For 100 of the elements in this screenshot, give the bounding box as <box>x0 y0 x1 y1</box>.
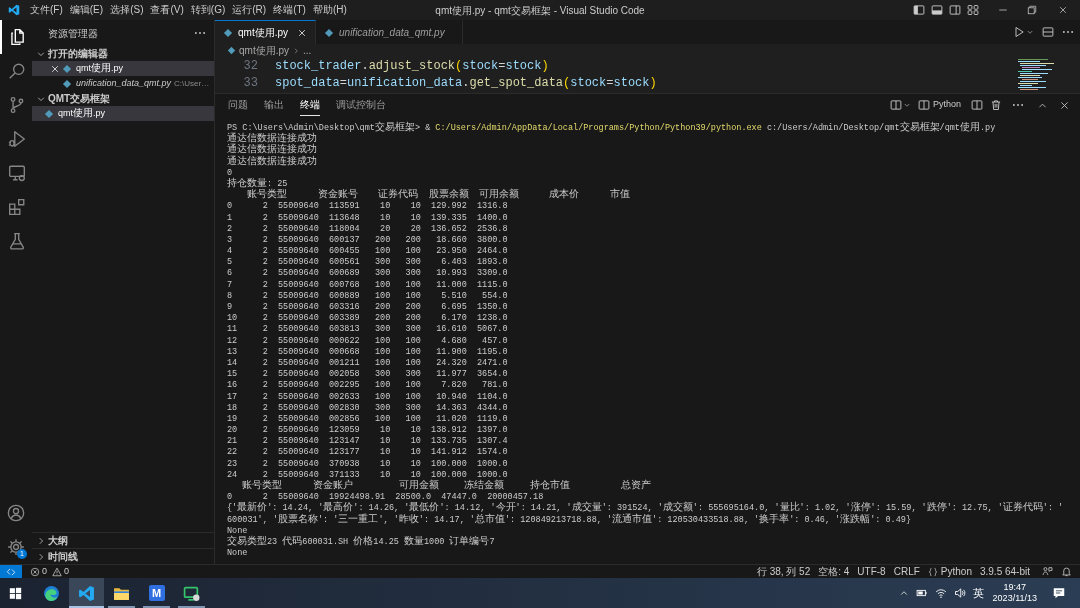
terminal-line: None <box>227 548 248 560</box>
taskbar-item[interactable] <box>69 578 104 608</box>
menu-item[interactable]: 转到(G) <box>190 3 226 17</box>
editor-tab[interactable]: qmt使用.py <box>215 20 316 44</box>
message-icon[interactable] <box>1052 586 1066 600</box>
status-item[interactable]: Python <box>927 565 972 578</box>
input-method-indicator[interactable]: 英 <box>972 584 984 602</box>
close-icon[interactable] <box>50 63 60 74</box>
menu-item[interactable]: 帮助(H) <box>312 3 347 17</box>
menu-item[interactable]: 编辑(E) <box>69 3 104 17</box>
terminal-line: 9 2 55009640 603316 200 200 6.695 1350.0 <box>227 302 508 314</box>
play-icon[interactable] <box>1013 26 1025 38</box>
person-speech-icon[interactable] <box>1042 566 1053 577</box>
file-item[interactable]: qmt使用.py <box>32 61 214 76</box>
chevron-up-icon[interactable] <box>898 588 909 598</box>
split-icon[interactable] <box>971 99 983 111</box>
monitor-icon <box>183 584 200 602</box>
code-line: stock_trader.adjust_stock(stock=stock) <box>275 58 549 75</box>
terminal-line: 11 2 55009640 603813 300 300 16.610 5067.0 <box>227 324 508 336</box>
breadcrumb-item[interactable]: qmt使用.py <box>239 44 289 57</box>
status-item[interactable]: UTF-8 <box>857 565 886 578</box>
section-header[interactable]: QMT交易框架 <box>32 91 214 106</box>
terminal-line: 交易类型23 代码600031.SH 价格14.25 数量1000 订单编号7 <box>227 536 495 549</box>
branch-icon <box>8 96 26 114</box>
logo-icon <box>78 584 95 602</box>
menu-item[interactable]: 查看(V) <box>150 3 184 17</box>
swirl-icon <box>43 584 60 602</box>
status-item[interactable]: 行 38, 列 52 <box>756 565 811 578</box>
terminal-line: 5 2 55009640 600561 300 300 6.403 1893.0 <box>227 257 508 269</box>
menu-item[interactable]: 选择(S) <box>110 3 144 17</box>
panel-tab[interactable]: 调试控制台 <box>336 94 386 116</box>
close-icon[interactable] <box>1059 99 1070 111</box>
right-sidebar-layout-icon[interactable] <box>949 4 961 16</box>
terminal-line: 账号类型 资金账号 证券代码 股票余额 可用余额 成本价 市值 <box>246 190 631 202</box>
split-editor-icon[interactable] <box>1042 26 1054 38</box>
chevron-right-icon <box>292 46 300 55</box>
terminal-tab[interactable]: Python <box>917 98 961 112</box>
terminal-line: 持仓数量: 25 <box>227 178 288 189</box>
menu-item[interactable]: 运行(R) <box>232 3 267 17</box>
chevron-down-icon[interactable] <box>1026 28 1034 36</box>
file-path: C:\User… <box>174 77 210 90</box>
panel-tab[interactable]: 问题 <box>228 94 248 116</box>
file-icon <box>227 46 236 55</box>
battery-icon[interactable] <box>915 587 928 599</box>
breadcrumb-item[interactable]: ... <box>303 44 312 57</box>
terminal-line: 16 2 55009640 002295 100 100 7.820 781.0 <box>227 380 508 392</box>
speaker-icon[interactable] <box>953 587 966 599</box>
panel-tab[interactable]: 终端 <box>300 94 320 116</box>
section-header[interactable]: 大纲 <box>32 533 214 548</box>
grid-layout-icon[interactable] <box>967 4 979 16</box>
wifi-icon[interactable] <box>934 587 947 599</box>
terminal-line: 8 2 55009640 600889 100 100 5.510 554.0 <box>227 290 508 302</box>
file-item[interactable]: qmt使用.py <box>32 106 214 121</box>
window-title: qmt使用.py - qmt交易框架 - Visual Studio Code <box>435 3 645 18</box>
line-number: 33 <box>243 75 258 92</box>
close-icon[interactable] <box>1058 5 1068 15</box>
documents-icon <box>8 28 26 46</box>
sidebar-layout-icon[interactable] <box>913 4 925 16</box>
terminal-line: 0 <box>227 167 233 178</box>
terminal-line: 通达信数据连接成功 <box>227 156 317 168</box>
terminal-line: 通达信数据连接成功 <box>227 145 317 156</box>
problems-status[interactable]: 0 0 <box>30 564 70 579</box>
person-icon <box>7 504 25 522</box>
status-item[interactable]: 空格: 4 <box>818 565 850 578</box>
terminal-line: 4 2 55009640 600455 100 100 23.950 2464.0 <box>227 246 508 258</box>
terminal-line: 10 2 55009640 603389 200 200 6.170 1238.0 <box>227 313 508 325</box>
terminal-line: 13 2 55009640 000668 100 100 11.900 1195.0 <box>227 346 508 358</box>
section-header[interactable]: 打开的编辑器 <box>32 46 214 61</box>
clock-date[interactable]: 2023/11/13 <box>992 593 1037 604</box>
bell-icon[interactable] <box>1061 566 1072 577</box>
panel-layout-icon[interactable] <box>931 4 943 16</box>
chevron-down-icon[interactable] <box>902 101 911 109</box>
status-item[interactable]: CRLF <box>893 565 920 578</box>
trash-icon[interactable] <box>990 99 1002 111</box>
section-header[interactable]: 时间线 <box>32 549 214 564</box>
terminal-line: 21 2 55009640 123147 10 10 133.735 1307.4 <box>227 436 508 448</box>
terminal-command: PS C:\Users\Admin\Desktop\qmt交易框架> & C:/Users/Admin/AppData/Local/Programs/Python/Python39/python.exe c:/Users/Admin/Desktop/qmt交易框架/qmt使用.py <box>227 123 996 133</box>
code-line: spot_data=unification_data.get_spot_data(stock=stock) <box>275 75 657 92</box>
terminal-line: 3 2 55009640 600137 200 200 18.660 3800.0 <box>227 234 508 247</box>
logo-icon <box>8 4 20 16</box>
close-icon[interactable] <box>297 27 307 38</box>
terminal-line: 18 2 55009640 002830 300 300 14.363 4344.0 <box>227 402 508 414</box>
status-item[interactable]: 3.9.5 64-bit <box>979 565 1030 578</box>
restore-icon[interactable] <box>1027 5 1037 15</box>
terminal-line: 20 2 55009640 123059 10 10 138.912 1397.0 <box>227 425 508 437</box>
terminal-line: 0 2 55009640 113591 10 10 129.992 1316.8 <box>227 201 508 213</box>
split-terminal-icon[interactable] <box>889 99 902 111</box>
file-icon <box>324 27 334 38</box>
terminal-line: 22 2 55009640 123177 10 10 141.912 1574.0 <box>227 447 508 459</box>
file-item[interactable]: unification_data_qmt.py C:\User… <box>32 76 214 91</box>
taskbar-item[interactable]: M <box>139 578 174 608</box>
remote-icon <box>6 566 16 577</box>
line-number: 32 <box>243 58 258 75</box>
panel-tab[interactable]: 输出 <box>264 94 284 116</box>
menu-item[interactable]: 终端(T) <box>273 3 306 17</box>
monitor-icon <box>8 164 26 182</box>
clock-time[interactable]: 19:47 <box>1003 582 1027 593</box>
menu-item[interactable]: 文件(F) <box>30 3 63 17</box>
sidebar-title: 资源管理器 <box>48 26 98 41</box>
start-icon[interactable] <box>8 586 22 600</box>
